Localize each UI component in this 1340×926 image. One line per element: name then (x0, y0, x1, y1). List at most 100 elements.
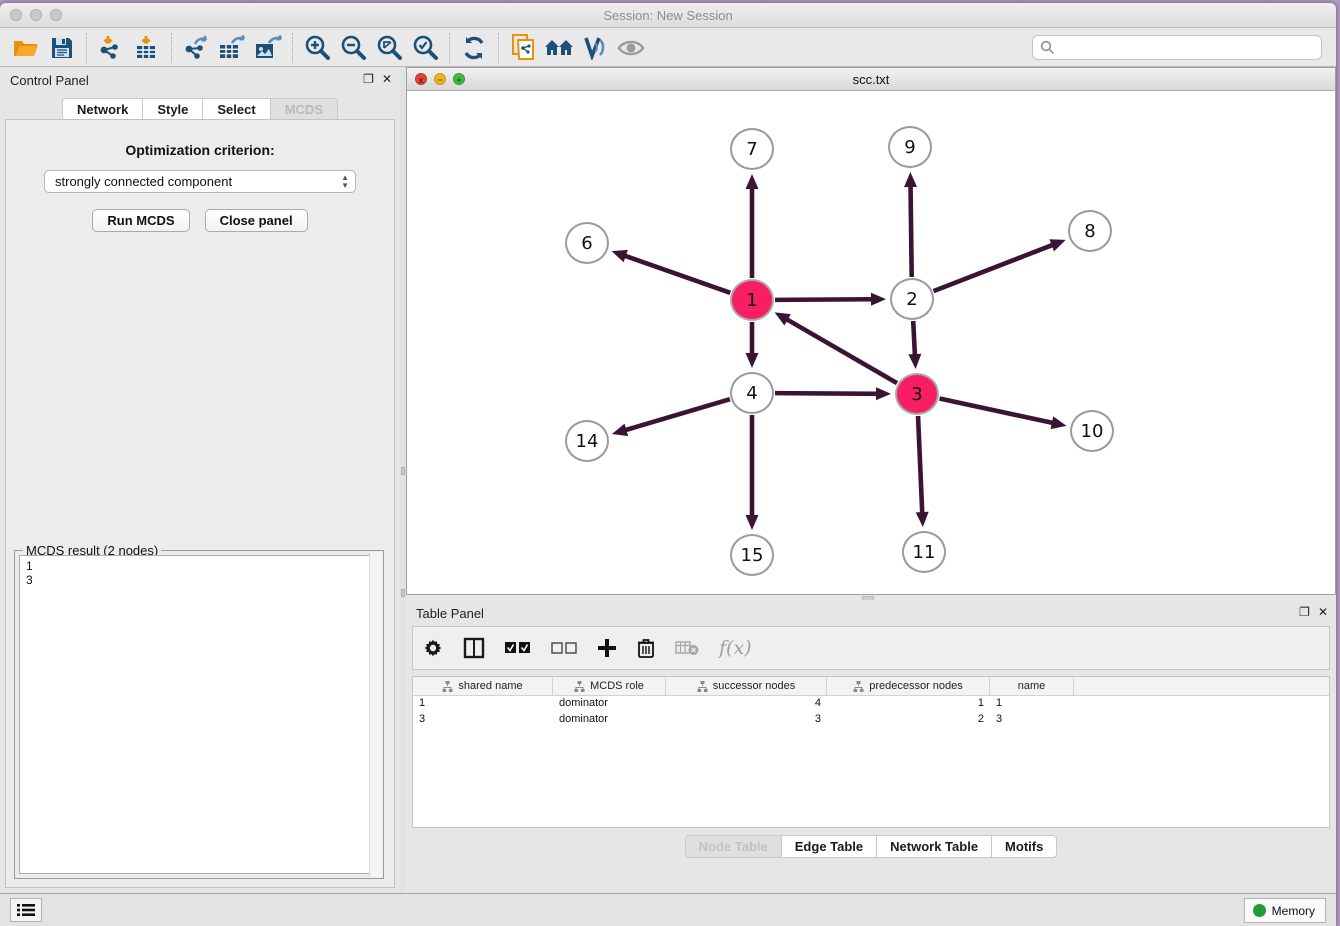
mcds-panel: Optimization criterion: strongly connect… (5, 119, 395, 888)
tab-network-table[interactable]: Network Table (876, 835, 991, 858)
arrowhead-icon (746, 353, 759, 368)
float-table-panel-icon[interactable]: ❐ (1299, 605, 1310, 619)
zoom-out-icon[interactable] (335, 32, 371, 64)
open-session-icon[interactable] (8, 32, 44, 64)
column-header-MCDS-role[interactable]: MCDS role (553, 677, 666, 695)
edge-4-3[interactable] (775, 393, 878, 394)
tab-motifs[interactable]: Motifs (991, 835, 1057, 858)
toolbar-separator (498, 33, 499, 63)
column-header-name[interactable]: name (990, 677, 1074, 695)
tree-icon (442, 681, 453, 692)
run-mcds-button[interactable]: Run MCDS (92, 209, 189, 232)
graph-node-15[interactable]: 15 (730, 534, 774, 576)
control-panel: Control Panel ❐ ✕ NetworkStyleSelectMCDS… (0, 67, 400, 893)
tab-style[interactable]: Style (142, 98, 202, 121)
tab-edge-table[interactable]: Edge Table (781, 835, 876, 858)
arrowhead-icon (908, 354, 921, 369)
tab-select[interactable]: Select (202, 98, 269, 121)
mcds-result-text[interactable]: 1 3 (19, 555, 379, 874)
close-panel-icon[interactable]: ✕ (382, 72, 392, 86)
edge-3-11[interactable] (918, 416, 922, 514)
network-canvas[interactable]: 7 9 6 8 1 2 4 3 14 10 15 11 (407, 91, 1335, 594)
task-history-button[interactable] (10, 898, 42, 922)
close-table-panel-icon[interactable]: ✕ (1318, 605, 1328, 619)
table-settings-gear-icon[interactable] (423, 638, 443, 658)
graph-node-3[interactable]: 3 (895, 373, 939, 415)
save-session-icon[interactable] (44, 32, 80, 64)
table-row[interactable]: 3dominator323 (413, 712, 1329, 728)
tab-mcds[interactable]: MCDS (270, 98, 338, 121)
arrowhead-icon (871, 293, 886, 306)
status-bar: Memory (0, 893, 1336, 926)
title-bar: Session: New Session (0, 3, 1336, 28)
search-input[interactable] (1032, 35, 1322, 60)
show-columns-icon[interactable] (463, 637, 485, 659)
graph-node-6[interactable]: 6 (565, 222, 609, 264)
column-header-predecessor-nodes[interactable]: predecessor nodes (827, 677, 990, 695)
table-row[interactable]: 1dominator411 (413, 696, 1329, 712)
edge-4-14[interactable] (624, 399, 729, 430)
export-table-icon[interactable] (214, 32, 250, 64)
control-panel-title: Control Panel (10, 73, 89, 88)
zoom-in-icon[interactable] (299, 32, 335, 64)
table-cell: 1 (827, 696, 990, 712)
graph-node-2[interactable]: 2 (890, 278, 934, 320)
edge-3-10[interactable] (940, 399, 1054, 424)
float-panel-icon[interactable]: ❐ (363, 72, 374, 86)
zoom-fit-icon[interactable] (371, 32, 407, 64)
graph-node-1[interactable]: 1 (730, 279, 774, 321)
graph-node-14[interactable]: 14 (565, 420, 609, 462)
column-header-successor-nodes[interactable]: successor nodes (666, 677, 827, 695)
app-window: Session: New Session Control Panel ❐ ✕ N… (0, 3, 1336, 926)
edge-1-2[interactable] (775, 299, 873, 300)
network-window-titlebar[interactable]: x − + scc.txt (407, 68, 1335, 91)
edge-2-8[interactable] (933, 245, 1053, 292)
select-all-columns-icon[interactable] (505, 642, 531, 655)
clone-network-icon[interactable] (505, 32, 541, 64)
graph-node-8[interactable]: 8 (1068, 210, 1112, 252)
unselect-all-columns-icon[interactable] (551, 642, 577, 655)
import-table-icon[interactable] (129, 32, 165, 64)
close-panel-button[interactable]: Close panel (205, 209, 308, 232)
apply-layout-icon[interactable] (456, 32, 492, 64)
function-builder-icon: f(x) (719, 637, 752, 659)
create-column-icon[interactable] (597, 638, 617, 658)
import-network-icon[interactable] (93, 32, 129, 64)
table-cell: dominator (553, 712, 666, 728)
arrowhead-icon (904, 172, 917, 187)
optimization-criterion-select[interactable]: strongly connected component ▲▼ (44, 170, 356, 193)
result-scrollbar[interactable] (369, 552, 382, 877)
memory-label: Memory (1272, 904, 1315, 918)
delete-column-icon[interactable] (637, 638, 655, 658)
tab-node-table[interactable]: Node Table (685, 835, 781, 858)
toolbar-separator (449, 33, 450, 63)
graph-node-9[interactable]: 9 (888, 126, 932, 168)
tree-icon (574, 681, 585, 692)
arrowhead-icon (876, 387, 891, 400)
edge-2-3[interactable] (913, 321, 915, 356)
show-hide-icon (613, 32, 649, 64)
window-title: Session: New Session (0, 8, 1336, 23)
tab-network[interactable]: Network (62, 98, 142, 121)
toolbar-separator (292, 33, 293, 63)
arrowhead-icon (1049, 239, 1065, 251)
table-cell: dominator (553, 696, 666, 712)
export-network-icon[interactable] (178, 32, 214, 64)
vizmapper-icon[interactable] (577, 32, 613, 64)
column-header-shared-name[interactable]: shared name (413, 677, 553, 695)
memory-button[interactable]: Memory (1244, 898, 1326, 923)
graph-node-10[interactable]: 10 (1070, 410, 1114, 452)
edge-2-9[interactable] (911, 185, 912, 277)
graph-node-11[interactable]: 11 (902, 531, 946, 573)
graph-node-4[interactable]: 4 (730, 372, 774, 414)
zoom-selected-icon[interactable] (407, 32, 443, 64)
edge-3-1[interactable] (786, 319, 897, 383)
node-table: shared nameMCDS rolesuccessor nodesprede… (412, 676, 1330, 828)
delete-table-icon (675, 640, 699, 656)
arrowhead-icon (746, 174, 759, 189)
export-image-icon[interactable] (250, 32, 286, 64)
table-cell: 3 (666, 712, 827, 728)
graph-node-7[interactable]: 7 (730, 128, 774, 170)
home-icon[interactable] (541, 32, 577, 64)
edge-1-6[interactable] (624, 255, 730, 292)
